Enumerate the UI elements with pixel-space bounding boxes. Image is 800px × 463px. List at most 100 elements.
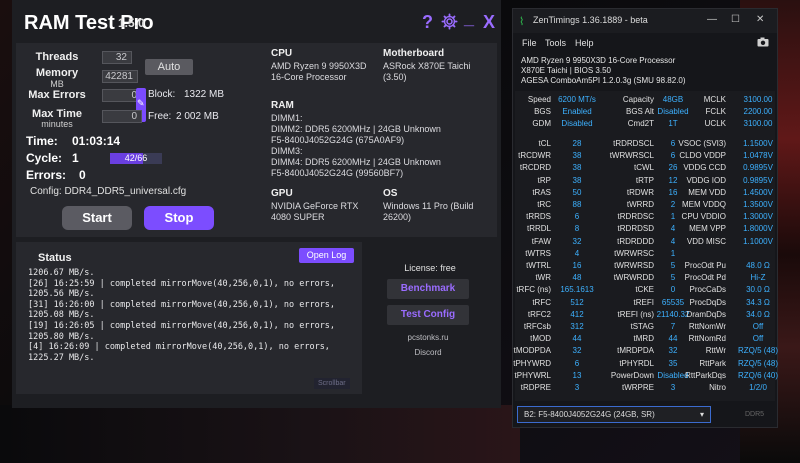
timing-label: tRDPRE — [520, 383, 551, 392]
block-value: 1322 MB — [184, 89, 225, 100]
menu-help[interactable]: Help — [575, 38, 594, 48]
minimize-button[interactable]: _ — [464, 8, 474, 29]
app-version: 1.5.0 — [118, 16, 145, 30]
timing-label: BGS — [534, 107, 551, 116]
open-log-button[interactable]: Open Log — [299, 248, 354, 263]
zt-maximize-button[interactable]: ☐ — [731, 14, 740, 25]
timing-label: tWRWRDD — [613, 273, 654, 283]
log-scrollbar[interactable]: Scrollbar — [314, 378, 350, 389]
timing-value: 44 — [572, 334, 582, 344]
site-link[interactable]: pcstonks.ru — [387, 333, 469, 342]
timing-label: RttWr — [705, 346, 726, 356]
discord-link[interactable]: Discord — [387, 348, 469, 357]
timing-label: tRC — [537, 200, 551, 209]
menu-file[interactable]: File — [522, 38, 537, 48]
cpu-info: AMD Ryzen 9 9950X3D 16-Core Processor — [271, 61, 367, 82]
timing-label: ProcCaDs — [689, 285, 726, 295]
timing-label: tRP — [537, 175, 551, 185]
timing-value: 32 — [668, 346, 678, 356]
status-log: 1206.67 MB/s. [26] 16:25:59 | completed … — [28, 268, 336, 363]
memory-unit: MB — [50, 79, 64, 89]
timing-value: 1.3000V — [743, 212, 773, 222]
cycle-value: 1 — [72, 151, 79, 165]
timing-label: tRRDS — [526, 212, 551, 222]
license-status: License: free — [404, 263, 456, 273]
timing-value: 312 — [570, 322, 584, 331]
benchmark-button[interactable]: Benchmark — [387, 279, 469, 299]
free-label: Free: — [148, 111, 172, 122]
memory-input[interactable]: 42281 — [102, 70, 138, 83]
timing-value: 3100.00 — [743, 119, 773, 128]
timing-label: tWTRS — [525, 248, 551, 258]
timing-label: ProcOdt Pu — [684, 261, 726, 270]
timing-value: 48 — [572, 273, 582, 283]
close-button[interactable]: X — [483, 12, 495, 33]
zt-close-button[interactable]: ✕ — [756, 14, 764, 25]
timing-value: 3100.00 — [743, 95, 773, 104]
timing-label: RttPark — [699, 358, 726, 368]
timing-label: MEM VDDQ — [682, 200, 726, 209]
timing-value: Enabled — [562, 107, 592, 116]
dimm-select[interactable]: B2: F5-8400J4052G24G (24GB, SR) ▾ — [517, 406, 711, 423]
timing-value: 32 — [572, 236, 582, 246]
timing-value: 48GB — [662, 95, 684, 104]
auto-button[interactable]: Auto — [145, 59, 193, 75]
cycle-progress-text: 42/66 — [124, 153, 148, 163]
zt-agesa: AGESA ComboAm5PI 1.2.0.3g (SMU 98.82.0) — [521, 76, 686, 85]
timing-label: FCLK — [705, 107, 726, 116]
timing-value: 28 — [572, 139, 582, 148]
timing-value: 50 — [572, 187, 582, 197]
timing-label: tRFC (ns) — [516, 285, 551, 295]
camera-icon[interactable] — [757, 37, 769, 47]
zentimings-logo-icon: ⌇ — [519, 16, 525, 28]
zt-minimize-button[interactable]: — — [707, 14, 717, 25]
help-button[interactable]: ? — [422, 12, 433, 33]
desktop-wallpaper-bottom — [0, 405, 520, 463]
timing-value: 1.4500V — [743, 187, 773, 197]
ram-test-pro-window: RAM Test Pro 1.5.0 ? _ X Threads 32 Memo… — [12, 0, 501, 408]
time-value: 01:03:14 — [72, 134, 121, 148]
test-config-button[interactable]: Test Config — [387, 305, 469, 325]
system-info-panel: CPU AMD Ryzen 9 9950X3D 16-Core Processo… — [262, 43, 497, 237]
timing-value: 30.0 Ω — [746, 285, 770, 295]
settings-panel: Threads 32 Memory MB 42281 Auto Max Erro… — [16, 43, 264, 237]
max-time-input[interactable]: 0 — [102, 110, 142, 123]
timing-value: 34.0 Ω — [746, 309, 770, 319]
status-heading: Status — [38, 252, 72, 264]
timing-value: 512 — [570, 297, 584, 307]
gear-icon[interactable] — [441, 13, 458, 30]
start-button[interactable]: Start — [62, 206, 132, 230]
gpu-info: NVIDIA GeForce RTX 4080 SUPER — [271, 201, 359, 222]
rtp-title-bar[interactable]: RAM Test Pro 1.5.0 ? _ X — [12, 0, 501, 44]
timing-label: RttParkDqs — [685, 370, 726, 380]
stop-button[interactable]: Stop — [144, 206, 214, 230]
timing-label: MEM VDD — [688, 187, 726, 197]
timing-label: tRDRDSCL — [613, 139, 654, 148]
zt-title-bar[interactable]: ⌇ ZenTimings 1.36.1889 - beta — ☐ ✕ — [513, 9, 777, 33]
timing-label: VSOC (SVI3) — [678, 139, 726, 148]
timing-value: 8 — [574, 224, 580, 234]
timing-label: tRRDL — [526, 224, 551, 234]
timing-value: 6 — [574, 212, 580, 222]
cycle-progress-bar: 42/66 — [110, 153, 162, 164]
timing-value: 48.0 Ω — [746, 261, 770, 270]
timing-value: 16 — [572, 261, 582, 270]
timing-label: MEM VPP — [689, 224, 726, 234]
timing-label: DramDqDs — [686, 309, 726, 319]
timing-label: ProcDqDs — [689, 297, 726, 307]
timing-label: GDM — [532, 119, 551, 128]
gpu-heading: GPU — [271, 188, 293, 199]
errors-value: 0 — [79, 168, 86, 182]
timing-value: 3 — [574, 383, 580, 392]
timing-label: tRCDRD — [519, 163, 551, 173]
menu-tools[interactable]: Tools — [545, 38, 566, 48]
ram-heading: RAM — [271, 100, 294, 111]
threads-input[interactable]: 32 — [102, 51, 132, 64]
timing-label: tPHYWRD — [513, 358, 551, 368]
timing-label: VDDG CCD — [683, 163, 726, 173]
zt-board: X870E Taichi | BIOS 3.50 — [521, 66, 611, 75]
timing-value: 412 — [570, 309, 584, 319]
os-info: Windows 11 Pro (Build 26200) — [383, 201, 474, 222]
timing-label: tMODPDA — [513, 346, 551, 356]
timing-label: tMOD — [530, 334, 551, 344]
